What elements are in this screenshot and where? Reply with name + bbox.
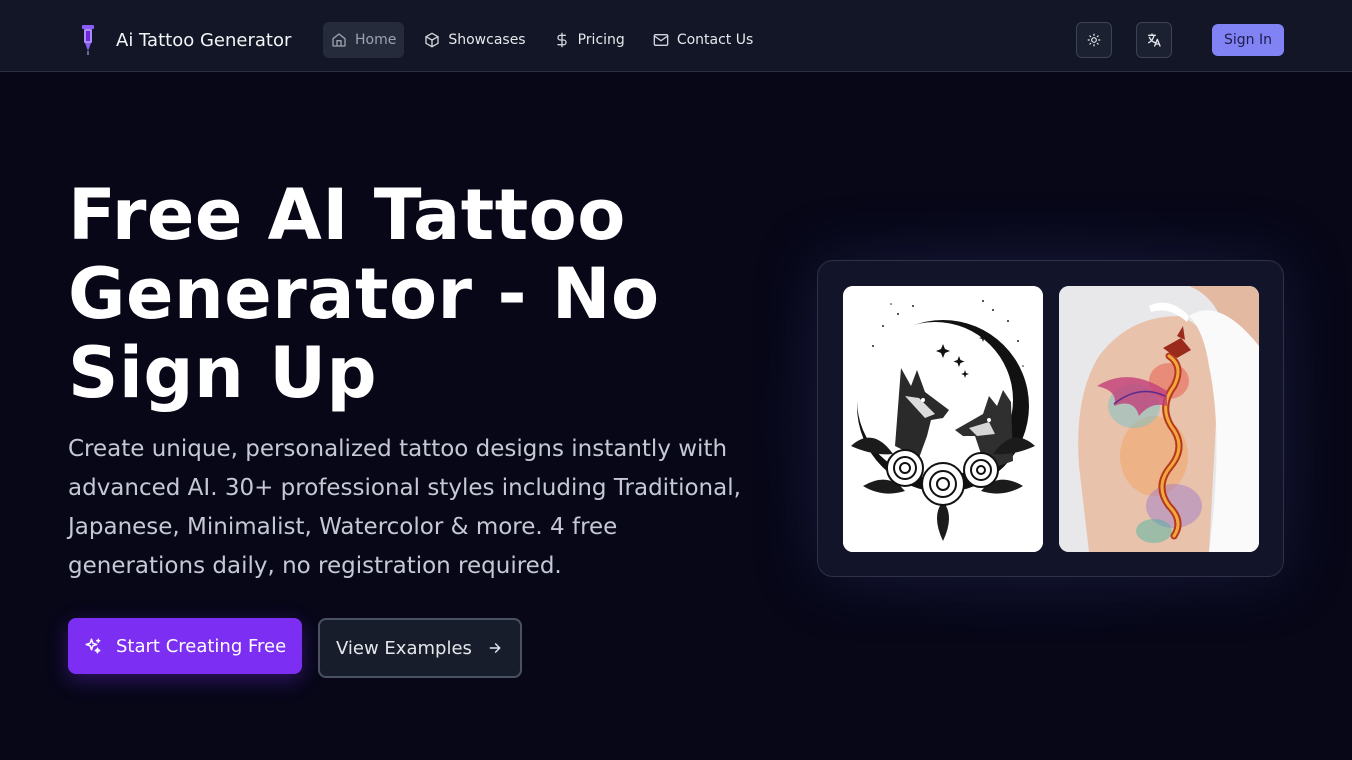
start-creating-label: Start Creating Free (116, 635, 287, 657)
nav-pricing-label: Pricing (577, 32, 625, 48)
main-nav: Home Showcases Pricing Contact Us (323, 22, 773, 58)
nav-contact-label: Contact Us (676, 32, 754, 48)
sign-in-button[interactable]: Sign In (1212, 24, 1284, 56)
sparkles-icon (85, 638, 101, 654)
brand-title: Ai Tattoo Generator (116, 29, 292, 51)
nav-pricing[interactable]: Pricing (546, 22, 633, 58)
nav-contact[interactable]: Contact Us (645, 22, 761, 58)
view-examples-button[interactable]: View Examples (318, 618, 522, 678)
dollar-icon (556, 32, 567, 48)
arrow-right-icon (489, 643, 501, 653)
theme-toggle-button[interactable] (1076, 22, 1112, 58)
hero-description: Create unique, personalized tattoo desig… (68, 436, 741, 579)
sun-icon (1087, 33, 1101, 47)
nav-showcases-label: Showcases (448, 32, 526, 48)
cube-icon (425, 32, 440, 48)
tattoo-machine-icon (76, 24, 100, 56)
top-navbar: Ai Tattoo Generator Home Showcases Prici… (0, 0, 1352, 72)
wolves-tattoo-image (843, 286, 1043, 552)
view-examples-label: View Examples (336, 637, 472, 659)
dragon-tattoo-image (1059, 286, 1259, 552)
nav-showcases[interactable]: Showcases (416, 22, 533, 58)
language-button[interactable] (1136, 22, 1172, 58)
showcase-panel (817, 260, 1284, 577)
translate-icon (1148, 33, 1161, 47)
nav-home-label: Home (355, 32, 397, 48)
start-creating-button[interactable]: Start Creating Free (68, 618, 302, 674)
brand-logo-link[interactable]: Ai Tattoo Generator (76, 24, 291, 56)
hero-title: Free AI Tattoo Generator - No Sign Up (68, 174, 660, 414)
mail-icon (653, 34, 669, 46)
home-icon (332, 33, 346, 47)
nav-home[interactable]: Home (323, 22, 405, 58)
